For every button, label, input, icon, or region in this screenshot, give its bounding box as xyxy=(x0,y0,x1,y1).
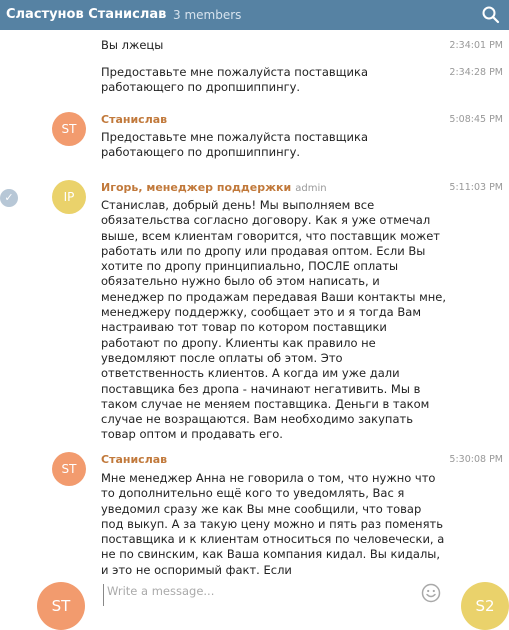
message-text: Станислав, добрый день! Мы выполняем все… xyxy=(101,198,446,442)
author-name[interactable]: Станислав xyxy=(101,453,167,466)
avatar[interactable]: IP xyxy=(52,180,86,214)
search-icon[interactable] xyxy=(481,5,501,25)
members-count[interactable]: 3 members xyxy=(173,8,241,22)
my-avatar[interactable]: ST xyxy=(37,582,85,630)
message-time: 5:08:45 PM xyxy=(449,114,503,125)
peer-avatar[interactable]: S2 xyxy=(461,582,509,630)
message-input[interactable]: Write a message... xyxy=(103,584,407,606)
chat-header: Сластунов Станислав. П... 3 members xyxy=(0,0,509,30)
message-time: 5:11:03 PM xyxy=(449,182,503,193)
author-name[interactable]: Игорь, менеджер поддержки admin xyxy=(101,181,327,194)
admin-badge: admin xyxy=(295,183,327,194)
smile-icon[interactable] xyxy=(421,583,441,603)
avatar[interactable]: ST xyxy=(52,452,86,486)
author-name[interactable]: Станислав xyxy=(101,113,167,126)
message-time: 2:34:01 PM xyxy=(449,40,503,51)
chat-title[interactable]: Сластунов Станислав. П... xyxy=(6,7,166,22)
author-name-text: Игорь, менеджер поддержки xyxy=(101,181,292,194)
checkmark-icon[interactable]: ✓ xyxy=(0,189,18,207)
message-text: Мне менеджер Анна не говорила о том, что… xyxy=(101,471,445,576)
message-text: Предоставьте мне пожалуйста поставщика р… xyxy=(101,130,369,160)
message-composer: ST Write a message... S2 xyxy=(0,576,509,630)
message-text: Вы лжецы xyxy=(101,38,164,52)
message-time: 5:30:08 PM xyxy=(449,454,503,465)
avatar[interactable]: ST xyxy=(52,112,86,146)
message-list[interactable]: Вы лжецы 2:34:01 PM Предоставьте мне пож… xyxy=(0,30,509,576)
message-text: Предоставьте мне пожалуйста поставщика р… xyxy=(101,65,369,95)
message-time: 2:34:28 PM xyxy=(449,67,503,78)
